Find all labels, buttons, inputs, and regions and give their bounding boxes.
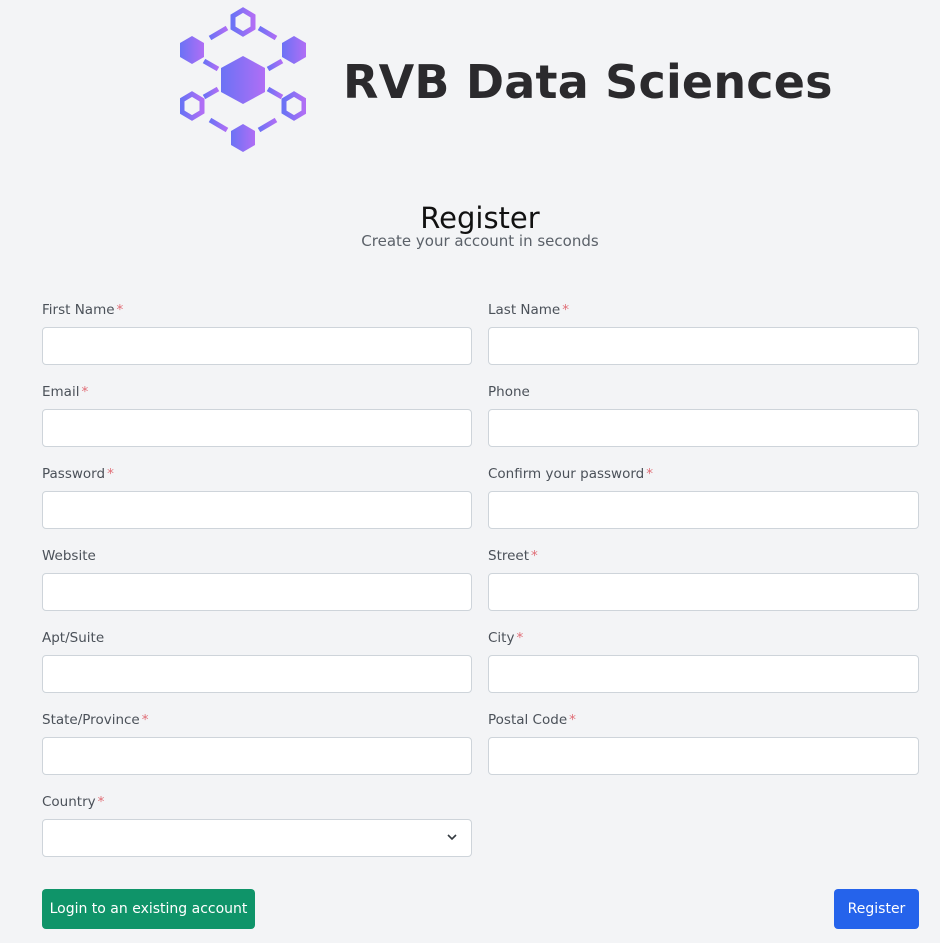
required-marker: * (646, 466, 653, 482)
street-label: Street * (488, 548, 538, 564)
country-label: Country * (42, 794, 105, 810)
confirm-password-input[interactable] (488, 491, 919, 529)
website-field: Website (42, 546, 472, 628)
state-province-label: State/Province * (42, 712, 149, 728)
required-marker: * (97, 794, 105, 810)
required-marker: * (81, 384, 89, 400)
required-marker: * (116, 302, 124, 318)
city-input[interactable] (488, 655, 919, 693)
phone-field: Phone (488, 382, 919, 464)
required-marker: * (107, 466, 114, 482)
postal-code-input[interactable] (488, 737, 919, 775)
first-name-label: First Name * (42, 302, 124, 318)
last-name-label: Last Name * (488, 302, 569, 318)
confirm-password-field: Confirm your password * (488, 464, 919, 546)
apt-suite-field: Apt/Suite (42, 628, 472, 710)
website-input[interactable] (42, 573, 472, 611)
page-heading: Register Create your account in seconds (0, 200, 940, 251)
brand-header: RVB Data Sciences (180, 6, 833, 152)
confirm-password-label: Confirm your password * (488, 466, 653, 482)
apt-suite-input[interactable] (42, 655, 472, 693)
email-field: Email * (42, 382, 472, 464)
first-name-field: First Name * (42, 300, 472, 382)
password-input[interactable] (42, 491, 472, 529)
login-existing-account-button[interactable]: Login to an existing account (42, 889, 255, 929)
password-label: Password * (42, 466, 114, 482)
state-province-input[interactable] (42, 737, 472, 775)
website-label: Website (42, 548, 96, 564)
street-input[interactable] (488, 573, 919, 611)
state-province-field: State/Province * (42, 710, 472, 792)
email-label: Email * (42, 384, 89, 400)
street-field: Street * (488, 546, 919, 628)
register-page: RVB Data Sciences Register Create your a… (0, 0, 940, 943)
required-marker: * (531, 548, 538, 564)
first-name-input[interactable] (42, 327, 472, 365)
last-name-field: Last Name * (488, 300, 919, 382)
last-name-input[interactable] (488, 327, 919, 365)
hexagon-network-icon (180, 7, 306, 152)
brand-name: RVB Data Sciences (343, 55, 833, 109)
required-marker: * (569, 712, 576, 728)
country-select-wrapper (42, 819, 472, 857)
email-input[interactable] (42, 409, 472, 447)
postal-code-label: Postal Code * (488, 712, 576, 728)
required-marker: * (562, 302, 569, 318)
required-marker: * (141, 712, 149, 728)
phone-label: Phone (488, 384, 530, 400)
city-label: City * (488, 630, 524, 646)
country-select[interactable] (42, 819, 472, 857)
postal-code-field: Postal Code * (488, 710, 919, 792)
registration-form: First Name * Last Name * Email * Phone Pass… (42, 300, 919, 874)
required-marker: * (516, 630, 524, 646)
phone-input[interactable] (488, 409, 919, 447)
country-field: Country * (42, 792, 472, 874)
city-field: City * (488, 628, 919, 710)
apt-suite-label: Apt/Suite (42, 630, 105, 646)
page-subtitle: Create your account in seconds (361, 232, 599, 250)
register-button[interactable]: Register (834, 889, 919, 929)
password-field: Password * (42, 464, 472, 546)
